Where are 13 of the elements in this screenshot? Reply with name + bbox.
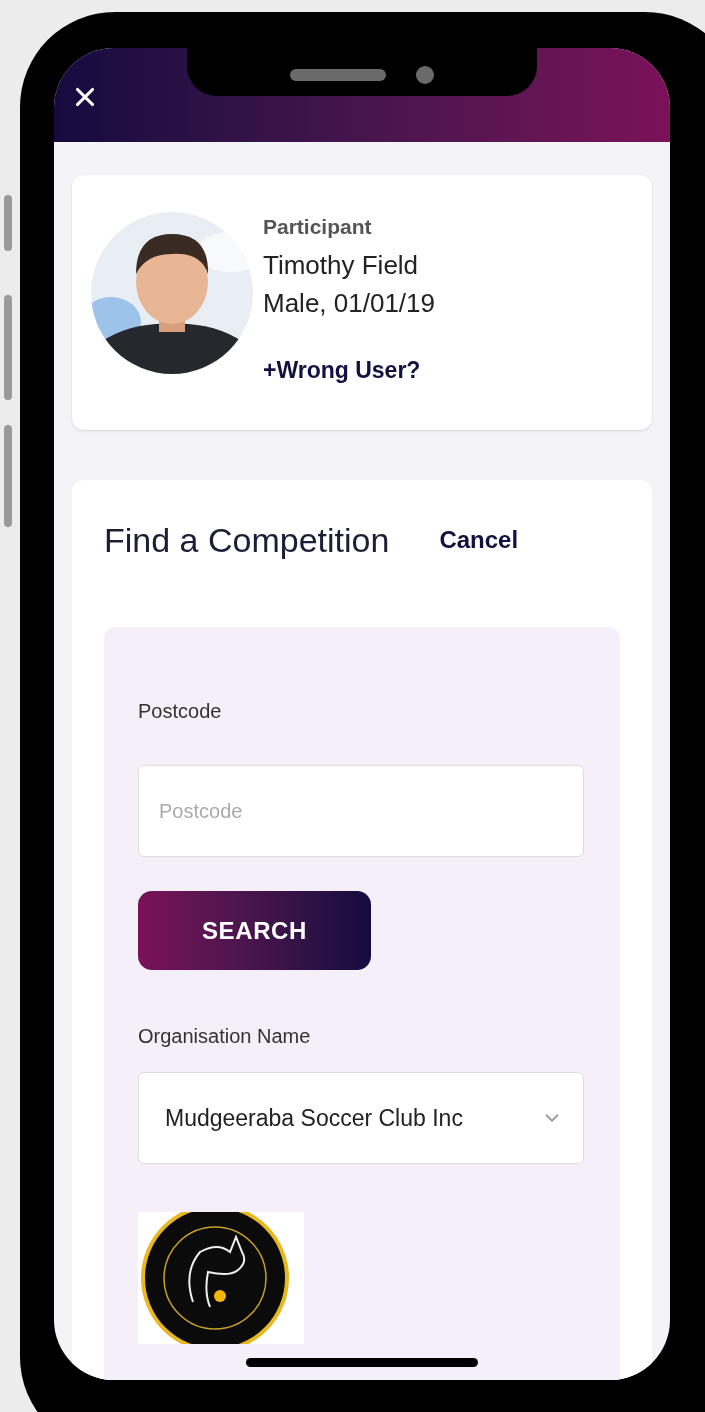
cancel-button[interactable]: Cancel <box>439 522 519 558</box>
speaker-icon <box>290 69 386 81</box>
postcode-label: Postcode <box>138 699 223 724</box>
organisation-label: Organisation Name <box>138 1024 312 1049</box>
camera-icon <box>416 66 434 84</box>
participant-role: Participant <box>263 214 373 240</box>
organisation-select[interactable]: Mudgeeraba Soccer Club Inc <box>138 1072 584 1164</box>
competition-title: Find a Competition <box>104 520 390 561</box>
search-button[interactable]: SEARCH <box>138 891 371 970</box>
participant-name: Timothy Field <box>263 249 420 282</box>
postcode-field[interactable]: Postcode <box>138 765 584 857</box>
wrong-user-link[interactable]: +Wrong User? <box>263 355 435 385</box>
participant-details: Male, 01/01/19 <box>263 287 435 320</box>
